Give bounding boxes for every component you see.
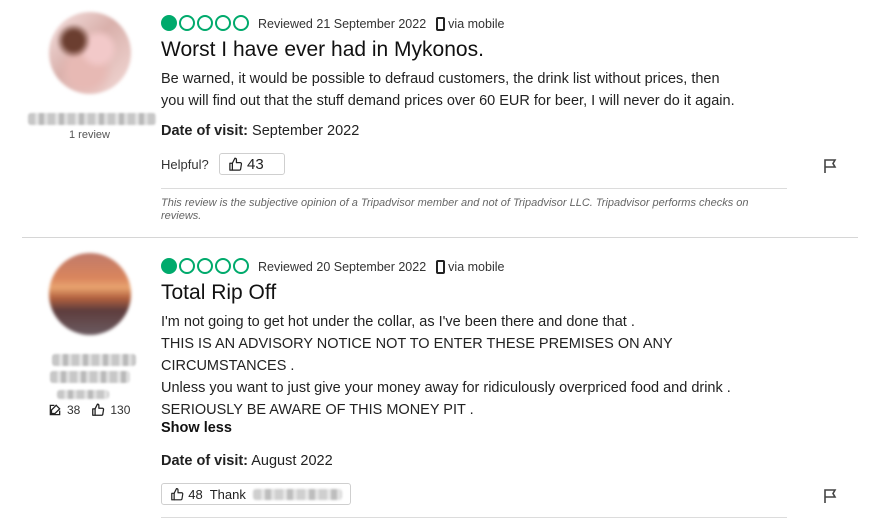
reviewer-name-blurred[interactable] [52,354,136,366]
rating-bubble-icon [197,15,213,31]
thank-name-blurred [252,488,342,500]
flag-icon[interactable] [822,488,838,504]
mobile-phone-icon [436,17,446,31]
divider [161,188,787,189]
thumbs-up-icon [171,487,184,500]
rating-bubble-icon [233,15,249,31]
review-card: 38 130 Reviewed 20 September 2022 via mo… [0,238,878,526]
review-body-line: you will find out that the stuff demand … [161,93,735,109]
mobile-phone-icon [436,260,446,274]
review-body-line: SERIOUSLY BE AWARE OF THIS MONEY PIT . [161,402,474,418]
flag-icon[interactable] [822,158,838,174]
edit-icon [49,404,61,416]
reviewer-avatar[interactable] [49,253,131,335]
visit-label: Date of visit: [161,453,249,469]
via-label: via mobile [448,17,505,31]
reviewer-stats: 38 130 [48,403,130,417]
rating-bubble-icon [197,258,213,274]
review-title[interactable]: Total Rip Off [161,281,276,305]
review-body: I'm not going to get hot under the colla… [161,311,801,421]
rating-bubbles [161,258,249,274]
review-date: Reviewed 21 September 2022 [258,17,427,31]
via-mobile: via mobile [436,17,504,31]
helpful-count: 48 [188,486,203,502]
divider [161,517,787,518]
review-body: Be warned, it would be possible to defra… [161,68,801,112]
helpful-label: Helpful? [161,157,209,172]
review-body-line: THIS IS AN ADVISORY NOTICE NOT TO ENTER … [161,336,673,352]
rating-bubble-icon [215,15,231,31]
review-body-line: Be warned, it would be possible to defra… [161,71,720,87]
review-body-line: CIRCUMSTANCES . [161,358,295,374]
rating-bubble-icon [179,15,195,31]
rating-bubble-icon [215,258,231,274]
via-label: via mobile [448,260,505,274]
contributions-count: 38 [67,403,81,417]
show-less-link[interactable]: Show less [161,420,232,436]
visit-label: Date of visit: [161,123,249,139]
visit-date: September 2022 [252,123,360,139]
helpful-votes-count: 130 [110,403,131,417]
visit-date: August 2022 [251,453,333,469]
reviewer-review-count: 1 review [69,129,110,141]
review-body-line: Unless you want to just give your money … [161,380,731,396]
reviewer-name-blurred[interactable] [28,113,156,125]
via-mobile: via mobile [436,260,504,274]
thank-label: Thank [209,486,246,502]
helpful-button[interactable]: 43 [219,153,285,175]
review-meta: Reviewed 20 September 2022 via mobile [258,260,504,274]
thumbs-up-icon [92,403,105,416]
reviewer-info-blurred [57,390,109,399]
review-title[interactable]: Worst I have ever had in Mykonos. [161,38,484,62]
rating-bubbles [161,15,249,31]
review-meta: Reviewed 21 September 2022 via mobile [258,17,504,31]
helpful-count: 43 [247,155,264,173]
review-disclaimer: This review is the subjective opinion of… [161,197,749,222]
helpful-button[interactable]: 48 Thank [161,483,351,505]
rating-bubble-icon [161,258,177,274]
review-date: Reviewed 20 September 2022 [258,260,427,274]
rating-bubble-icon [161,15,177,31]
reviewer-avatar[interactable] [49,12,131,94]
review-body-line: I'm not going to get hot under the colla… [161,314,635,330]
reviewer-location-blurred [50,371,130,383]
date-of-visit: Date of visit: September 2022 [161,123,359,139]
review-card: 1 review Reviewed 21 September 2022 via … [0,0,878,238]
rating-bubble-icon [179,258,195,274]
thumbs-up-icon [229,157,243,171]
date-of-visit: Date of visit: August 2022 [161,453,333,469]
rating-bubble-icon [233,258,249,274]
